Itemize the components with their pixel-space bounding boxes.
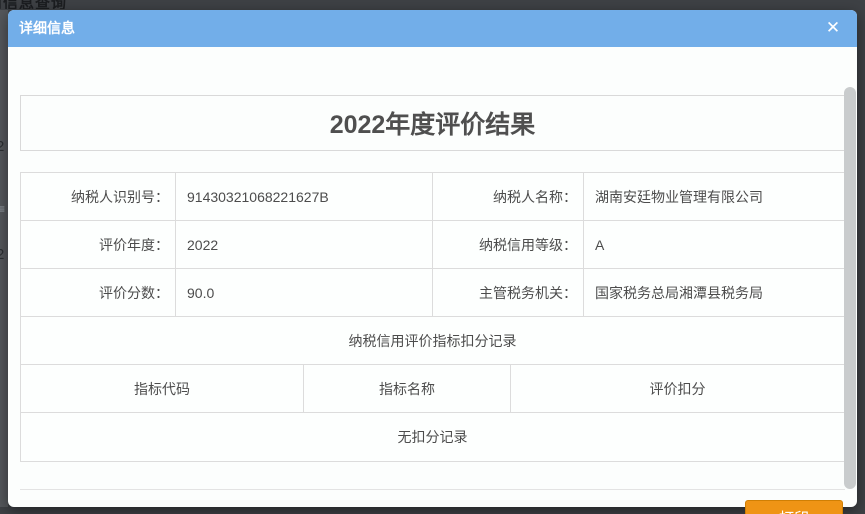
background-fragment: 2 bbox=[0, 246, 4, 263]
column-header-indicator-code: 指标代码 bbox=[21, 365, 304, 412]
eval-year-label: 评价年度： bbox=[21, 221, 176, 268]
deduction-section-header-row: 纳税信用评价指标扣分记录 bbox=[21, 317, 844, 365]
eval-score-value: 90.0 bbox=[176, 269, 433, 316]
dialog-body: 2022年度评价结果 纳税人识别号： 91430321068221627B 纳税… bbox=[8, 47, 857, 507]
background-fragment-lines: ≡ bbox=[0, 202, 5, 216]
background-page-heading-text: 用信息查询 bbox=[0, 0, 67, 9]
taxpayer-name-label: 纳税人名称： bbox=[433, 173, 584, 220]
eval-score-label: 评价分数： bbox=[21, 269, 176, 316]
empty-record-row: 无扣分记录 bbox=[21, 413, 844, 461]
dialog-titlebar: 详细信息 ✕ bbox=[8, 10, 857, 47]
taxpayer-id-label: 纳税人识别号： bbox=[21, 173, 176, 220]
dialog-title: 详细信息 bbox=[19, 10, 75, 47]
result-heading-box: 2022年度评价结果 bbox=[20, 95, 845, 151]
table-row: 评价年度： 2022 纳税信用等级： A bbox=[21, 221, 844, 269]
tax-authority-label: 主管税务机关： bbox=[433, 269, 584, 316]
tax-authority-value: 国家税务总局湘潭县税务局 bbox=[584, 269, 844, 316]
column-header-indicator-name: 指标名称 bbox=[304, 365, 511, 412]
print-button[interactable]: 打印 bbox=[745, 500, 843, 514]
deduction-columns-row: 指标代码 指标名称 评价扣分 bbox=[21, 365, 844, 413]
empty-record-message: 无扣分记录 bbox=[21, 413, 844, 461]
credit-grade-label: 纳税信用等级： bbox=[433, 221, 584, 268]
result-heading: 2022年度评价结果 bbox=[330, 105, 536, 141]
scrollbar-thumb[interactable] bbox=[844, 87, 856, 489]
table-row: 评价分数： 90.0 主管税务机关： 国家税务总局湘潭县税务局 bbox=[21, 269, 844, 317]
background-fragment: 2 bbox=[0, 138, 4, 155]
column-header-deduction: 评价扣分 bbox=[511, 365, 844, 412]
evaluation-detail-table: 纳税人识别号： 91430321068221627B 纳税人名称： 湖南安廷物业… bbox=[20, 172, 845, 462]
taxpayer-name-value: 湖南安廷物业管理有限公司 bbox=[584, 173, 844, 220]
background-page-heading: 用信息查询 bbox=[0, 0, 95, 9]
close-icon[interactable]: ✕ bbox=[820, 10, 846, 47]
deduction-section-title: 纳税信用评价指标扣分记录 bbox=[21, 317, 844, 364]
eval-year-value: 2022 bbox=[176, 221, 433, 268]
detail-info-dialog: 详细信息 ✕ 2022年度评价结果 纳税人识别号： 91430321068221… bbox=[8, 10, 857, 507]
credit-grade-value: A bbox=[584, 221, 844, 268]
background-page-edge: 2 ≡ 2 bbox=[0, 10, 8, 507]
footer-divider bbox=[20, 489, 845, 490]
table-row: 纳税人识别号： 91430321068221627B 纳税人名称： 湖南安廷物业… bbox=[21, 173, 844, 221]
taxpayer-id-value: 91430321068221627B bbox=[176, 173, 433, 220]
